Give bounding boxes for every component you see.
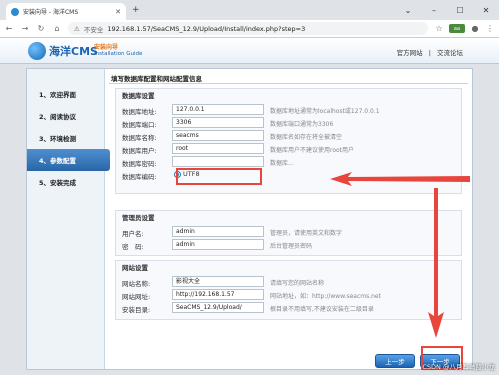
db-name-row: 数据库名称: seacms 数据库名如存在将全被清空 [116, 129, 461, 142]
step-sidebar: 1、欢迎界面 2、阅读协议 3、环境检测 4、参数配置 5、安装完成 [27, 69, 110, 369]
content-title: 填写数据库配置和网站配置信息 [109, 73, 468, 84]
bookmark-star-icon[interactable]: ☆ [434, 24, 444, 33]
home-icon[interactable]: ⌂ [52, 24, 62, 33]
reload-icon[interactable]: ↻ [36, 24, 46, 33]
guide-cn: 安装向导 [94, 44, 119, 51]
site-name-label: 网站名称: [122, 280, 151, 288]
watermark: CSDN @八月写做蓝小龙 [422, 363, 495, 371]
db-password-input[interactable] [172, 156, 264, 167]
warning-icon: ⚠ [74, 24, 80, 33]
db-host-input[interactable]: 127.0.0.1 [172, 104, 264, 115]
admin-password-label: 密 码: [122, 243, 144, 251]
db-port-hint: 数据库端口通常为3306 [270, 121, 334, 128]
site-url-label: 网站网址: [122, 293, 151, 301]
browser-tab-bar: 安装向导 - 海洋CMS ✕ + ⌄ – ☐ ✕ [0, 0, 499, 20]
new-tab-icon[interactable]: + [132, 5, 140, 15]
db-host-label: 数据库地址: [122, 108, 157, 116]
db-port-row: 数据库端口: 3306 数据库端口通常为3306 [116, 116, 461, 129]
admin-username-row: 用户名: admin 管理员，请使用英文和数字 [116, 225, 461, 238]
installation-guide-label: 安装向导 Installation Guide [94, 44, 142, 58]
admin-settings-section: 管理员设置 用户名: admin 管理员，请使用英文和数字 密 码: admin… [115, 210, 462, 256]
step-agreement: 2、阅读协议 [39, 113, 77, 121]
site-name-hint: 请填写您的网站名称 [270, 280, 325, 287]
admin-username-label: 用户名: [122, 230, 144, 238]
logo: 海洋CMS [28, 42, 98, 60]
site-heading: 网站设置 [122, 264, 148, 272]
installer-frame: 1、欢迎界面 2、阅读协议 3、环境检测 4、参数配置 5、安装完成 填写数据库… [26, 68, 473, 370]
admin-heading: 管理员设置 [122, 214, 155, 222]
db-password-hint: 数据库... [270, 160, 294, 167]
admin-username-hint: 管理员，请使用英文和数字 [270, 230, 343, 237]
admin-password-hint: 后台管理员密码 [270, 243, 313, 250]
not-secure-label: 不安全 [83, 25, 104, 34]
db-port-label: 数据库端口: [122, 121, 157, 129]
db-name-hint: 数据库名如存在将全被清空 [270, 134, 343, 141]
left-arrow-annotation [330, 172, 470, 186]
prev-step-button[interactable]: 上一步 [375, 354, 415, 368]
step-config-active: 4、参数配置 [27, 149, 110, 171]
admin-password-input[interactable]: admin [172, 239, 264, 250]
db-name-input[interactable]: seacms [172, 130, 264, 141]
db-user-hint: 数据库用户不建议使用root用户 [270, 147, 355, 154]
step-welcome: 1、欢迎界面 [39, 91, 77, 99]
db-user-label: 数据库用户: [122, 147, 157, 155]
db-password-label: 数据库密码: [122, 160, 157, 168]
db-heading: 数据库设置 [122, 92, 155, 100]
official-site-link[interactable]: 官方网站 [397, 49, 423, 57]
installer-header: 海洋CMS 安装向导 Installation Guide 官方网站 | 交流论… [0, 38, 499, 64]
db-host-hint: 数据库地址通常为localhost或127.0.0.1 [270, 108, 380, 115]
db-password-row: 数据库密码: 数据库... [116, 155, 461, 168]
db-host-row: 数据库地址: 127.0.0.1 数据库地址通常为localhost或127.0… [116, 103, 461, 116]
link-separator: | [428, 49, 431, 57]
minimize-icon[interactable]: – [421, 0, 447, 20]
site-url-input[interactable]: http://192.168.1.57 [172, 289, 264, 300]
site-name-input[interactable]: 影视大全 [172, 276, 264, 287]
profile-icon[interactable]: ● [470, 24, 480, 33]
down-arrow-annotation [428, 188, 444, 338]
browser-tab[interactable]: 安装向导 - 海洋CMS ✕ [6, 3, 126, 20]
tab-title: 安装向导 - 海洋CMS [23, 9, 79, 16]
header-links: 官方网站 | 交流论坛 [395, 47, 465, 57]
back-icon[interactable]: ← [4, 24, 14, 33]
forum-link[interactable]: 交流论坛 [437, 49, 463, 57]
step-environment: 3、环境检测 [39, 135, 77, 143]
config-content: 填写数据库配置和网站配置信息 数据库设置 数据库地址: 127.0.0.1 数据… [109, 73, 468, 368]
db-port-input[interactable]: 3306 [172, 117, 264, 128]
site-name-row: 网站名称: 影视大全 请填写您的网站名称 [116, 275, 461, 288]
install-path-row: 安装目录: SeaCMS_12.9/Upload/ 根目录不用填写,不建议安装在… [116, 301, 461, 314]
install-path-hint: 根目录不用填写,不建议安装在二级目录 [270, 306, 374, 313]
db-charset-label: 数据库编码: [122, 173, 157, 181]
site-url-row: 网站网址: http://192.168.1.57 网站地址，如：http://… [116, 288, 461, 301]
guide-en: Installation Guide [94, 51, 143, 57]
db-user-input[interactable]: root [172, 143, 264, 154]
forward-icon[interactable]: → [20, 24, 30, 33]
site-favicon-icon [11, 7, 19, 16]
url-text: 192.168.1.57/SeaCMS_12.9/Upload/Install/… [107, 24, 306, 33]
admin-username-input[interactable]: admin [172, 226, 264, 237]
db-name-label: 数据库名称: [122, 134, 157, 142]
password-highlight-box [176, 168, 262, 185]
install-path-label: 安装目录: [122, 306, 151, 314]
url-bar[interactable]: ⚠ 不安全 192.168.1.57/SeaCMS_12.9/Upload/In… [68, 22, 428, 35]
site-settings-section: 网站设置 网站名称: 影视大全 请填写您的网站名称 网站网址: http://1… [115, 260, 462, 320]
site-url-hint: 网站地址，如：http://www.seacms.net [270, 293, 381, 300]
db-user-row: 数据库用户: root 数据库用户不建议使用root用户 [116, 142, 461, 155]
step-complete: 5、安装完成 [39, 179, 77, 187]
logo-text: 海洋CMS [49, 45, 98, 58]
dropdown-icon[interactable]: ⌄ [395, 0, 421, 20]
logo-mark-icon [28, 42, 46, 60]
maximize-icon[interactable]: ☐ [447, 0, 473, 20]
window-controls: ⌄ – ☐ ✕ [395, 0, 499, 20]
close-tab-icon[interactable]: ✕ [115, 8, 121, 16]
address-bar-row: ← → ↻ ⌂ ⚠ 不安全 192.168.1.57/SeaCMS_12.9/U… [0, 20, 499, 38]
toolbar-right: ☆ aa ● ⋮ [434, 24, 495, 33]
close-window-icon[interactable]: ✕ [473, 0, 499, 20]
install-path-input[interactable]: SeaCMS_12.9/Upload/ [172, 302, 264, 313]
extension-badge[interactable]: aa [449, 24, 465, 33]
menu-icon[interactable]: ⋮ [485, 24, 495, 33]
admin-password-row: 密 码: admin 后台管理员密码 [116, 238, 461, 251]
